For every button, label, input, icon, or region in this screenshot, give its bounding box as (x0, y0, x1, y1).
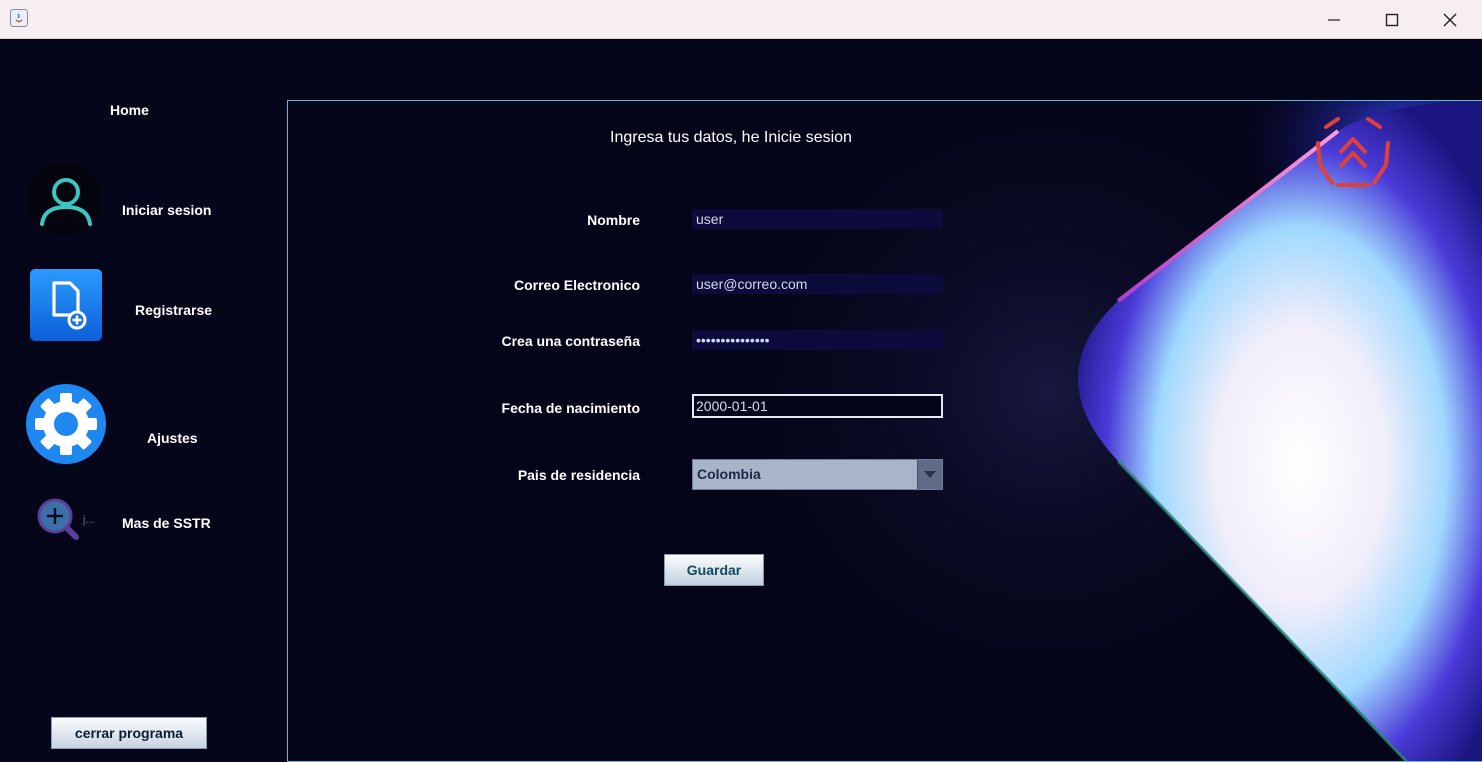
close-program-button[interactable]: cerrar programa (51, 717, 207, 749)
gear-icon[interactable] (26, 384, 106, 464)
icon-caption: j... (83, 514, 95, 526)
more-sstr-link[interactable]: Mas de SSTR (122, 515, 211, 531)
main-window: Home Iniciar sesion Registrarse Ajustes … (0, 39, 1482, 762)
close-button[interactable] (1421, 0, 1479, 38)
name-label: Nombre (587, 212, 640, 228)
zoom-in-icon[interactable] (36, 497, 82, 543)
email-label: Correo Electronico (513, 277, 640, 293)
country-selected-value: Colombia (697, 466, 761, 482)
form-title: Ingresa tus datos, he Inicie sesion (610, 129, 852, 146)
chevron-down-icon (924, 471, 936, 478)
register-link[interactable]: Registrarse (135, 302, 212, 318)
country-label: Pais de residencia (517, 467, 640, 483)
email-input[interactable] (692, 274, 943, 294)
password-input[interactable] (692, 330, 943, 350)
settings-link[interactable]: Ajustes (147, 430, 198, 446)
birthdate-input[interactable] (692, 394, 943, 418)
user-icon[interactable] (26, 161, 102, 237)
birthdate-label: Fecha de nacimiento (501, 400, 640, 416)
title-bar (0, 0, 1482, 39)
form-panel: Ingresa tus datos, he Inicie sesion Nomb… (287, 100, 1482, 762)
minimize-button[interactable] (1305, 0, 1363, 38)
background-graphic (718, 101, 1482, 761)
sidebar: Home Iniciar sesion Registrarse Ajustes … (0, 39, 286, 762)
home-link[interactable]: Home (110, 102, 149, 118)
minimize-icon (1328, 19, 1340, 21)
password-label: Crea una contraseña (501, 333, 641, 349)
java-app-icon (10, 9, 28, 27)
maximize-icon (1385, 13, 1399, 27)
save-button[interactable]: Guardar (664, 554, 764, 586)
name-input[interactable] (692, 209, 943, 229)
dropdown-arrow-button[interactable] (917, 460, 942, 489)
login-link[interactable]: Iniciar sesion (122, 202, 211, 218)
app-logo-icon (1316, 117, 1390, 187)
close-icon (1443, 13, 1457, 27)
country-select[interactable]: Colombia (692, 459, 943, 490)
maximize-button[interactable] (1363, 0, 1421, 38)
add-document-icon[interactable] (30, 269, 102, 341)
